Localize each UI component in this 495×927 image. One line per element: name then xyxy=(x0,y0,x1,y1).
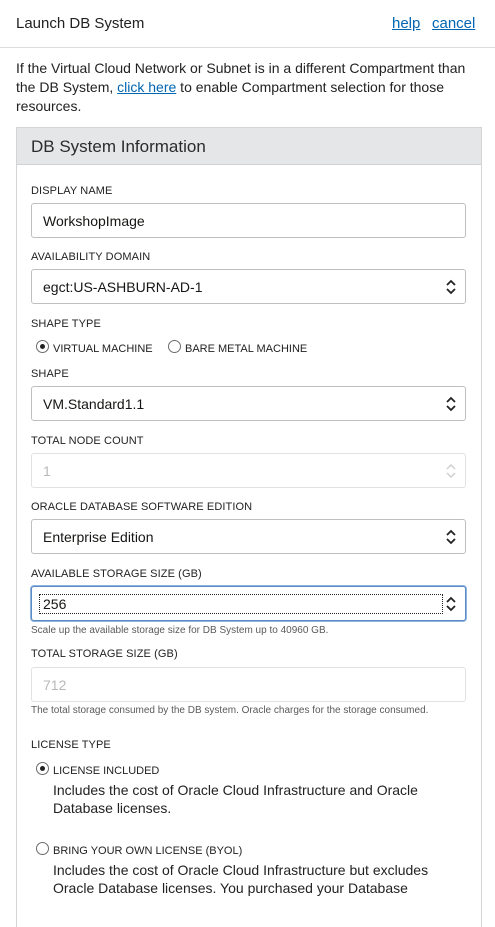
available-storage-value: 256 xyxy=(39,594,443,614)
shape-value: VM.Standard1.1 xyxy=(43,396,145,412)
select-chevron-icon xyxy=(445,395,457,413)
compartment-notice: If the Virtual Cloud Network or Subnet i… xyxy=(16,59,482,116)
panel-header: DB System Information xyxy=(17,128,481,165)
available-storage-input[interactable]: 256 xyxy=(31,586,466,621)
bare-metal-label[interactable]: BARE METAL MACHINE xyxy=(185,343,307,355)
availability-domain-label: AVAILABILITY DOMAIN xyxy=(31,251,151,263)
dialog-title: Launch DB System xyxy=(16,15,145,32)
select-chevron-icon xyxy=(445,528,457,546)
license-type-label: LICENSE TYPE xyxy=(31,739,111,751)
software-edition-value: Enterprise Edition xyxy=(43,529,154,545)
select-chevron-icon xyxy=(445,278,457,296)
availability-domain-select[interactable]: egct:US-ASHBURN-AD-1 xyxy=(31,269,466,304)
total-storage-help: The total storage consumed by the DB sys… xyxy=(31,705,429,716)
software-edition-select[interactable]: Enterprise Edition xyxy=(31,519,466,554)
total-storage-input: 712 xyxy=(31,667,466,702)
bare-metal-radio[interactable] xyxy=(168,340,181,353)
shape-label: SHAPE xyxy=(31,368,69,380)
display-name-input[interactable]: WorkshopImage xyxy=(31,203,466,238)
node-count-label: TOTAL NODE COUNT xyxy=(31,435,144,447)
total-storage-value: 712 xyxy=(43,677,67,693)
byol-radio[interactable] xyxy=(36,842,49,855)
license-included-description: Includes the cost of Oracle Cloud Infras… xyxy=(53,782,418,816)
panel-title: DB System Information xyxy=(31,137,206,156)
byol-label[interactable]: BRING YOUR OWN LICENSE (BYOL) xyxy=(53,845,242,857)
node-count-value: 1 xyxy=(43,463,51,479)
shape-type-label: SHAPE TYPE xyxy=(31,318,101,330)
software-edition-label: ORACLE DATABASE SOFTWARE EDITION xyxy=(31,501,253,513)
total-storage-label: TOTAL STORAGE SIZE (GB) xyxy=(31,648,178,660)
virtual-machine-label[interactable]: VIRTUAL MACHINE xyxy=(53,343,153,355)
virtual-machine-radio[interactable] xyxy=(36,340,49,353)
license-included-label[interactable]: LICENSE INCLUDED xyxy=(53,765,159,777)
availability-domain-value: egct:US-ASHBURN-AD-1 xyxy=(43,279,203,295)
stepper-chevron-icon xyxy=(445,462,457,480)
shape-select[interactable]: VM.Standard1.1 xyxy=(31,386,466,421)
byol-description: Includes the cost of Oracle Cloud Infras… xyxy=(53,862,429,896)
stepper-chevron-icon[interactable] xyxy=(445,595,457,613)
cancel-link[interactable]: cancel xyxy=(432,15,475,32)
available-storage-label: AVAILABLE STORAGE SIZE (GB) xyxy=(31,568,202,580)
dialog-header: Launch DB System help cancel xyxy=(0,0,495,48)
license-included-radio[interactable] xyxy=(36,762,49,775)
display-name-label: DISPLAY NAME xyxy=(31,185,113,197)
node-count-input: 1 xyxy=(31,453,466,488)
display-name-value: WorkshopImage xyxy=(43,213,145,229)
available-storage-help: Scale up the available storage size for … xyxy=(31,625,329,636)
help-link[interactable]: help xyxy=(392,15,420,32)
enable-compartment-link[interactable]: click here xyxy=(117,79,176,95)
